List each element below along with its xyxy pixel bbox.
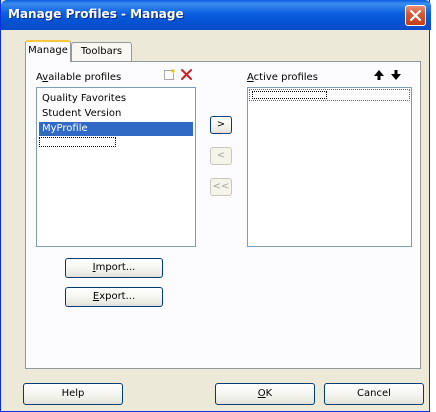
list-item-selected[interactable]: MyProfile [39, 122, 193, 136]
list-item[interactable]: Student Version [39, 107, 193, 121]
move-down-icon[interactable] [390, 69, 402, 81]
active-profiles-list[interactable] [247, 87, 412, 247]
delete-icon[interactable] [180, 68, 193, 81]
move-up-icon[interactable] [373, 69, 385, 81]
manage-tab-panel: Available profiles Quality Favorites Stu… [25, 61, 421, 369]
tab-toolbars[interactable]: Toolbars [71, 42, 132, 61]
close-icon [409, 9, 422, 22]
close-button[interactable] [405, 5, 426, 26]
list-item[interactable]: Quality Favorites [39, 92, 193, 106]
new-item-edit-box[interactable] [39, 137, 116, 147]
help-button[interactable]: Help [23, 383, 123, 405]
remove-all-profiles-button[interactable]: << [210, 178, 232, 196]
add-profile-button[interactable]: > [210, 116, 232, 134]
manage-profiles-dialog: Manage Profiles - Manage Manage Toolbars… [0, 0, 431, 412]
active-new-item-edit-box[interactable] [252, 91, 327, 99]
tab-manage[interactable]: Manage [25, 40, 71, 62]
new-profile-icon[interactable] [163, 69, 175, 81]
ok-button[interactable]: OK [215, 383, 315, 405]
available-profiles-label: Available profiles [36, 72, 122, 83]
remove-profile-button[interactable]: < [210, 147, 232, 165]
title-bar[interactable]: Manage Profiles - Manage [1, 0, 431, 30]
cancel-button[interactable]: Cancel [324, 383, 424, 405]
active-profiles-label: Active profiles [247, 72, 318, 83]
import-button[interactable]: Import... [65, 258, 163, 278]
available-profiles-list[interactable]: Quality Favorites Student Version MyProf… [36, 87, 196, 247]
export-button[interactable]: Export... [65, 287, 163, 307]
window-title: Manage Profiles - Manage [8, 7, 184, 21]
